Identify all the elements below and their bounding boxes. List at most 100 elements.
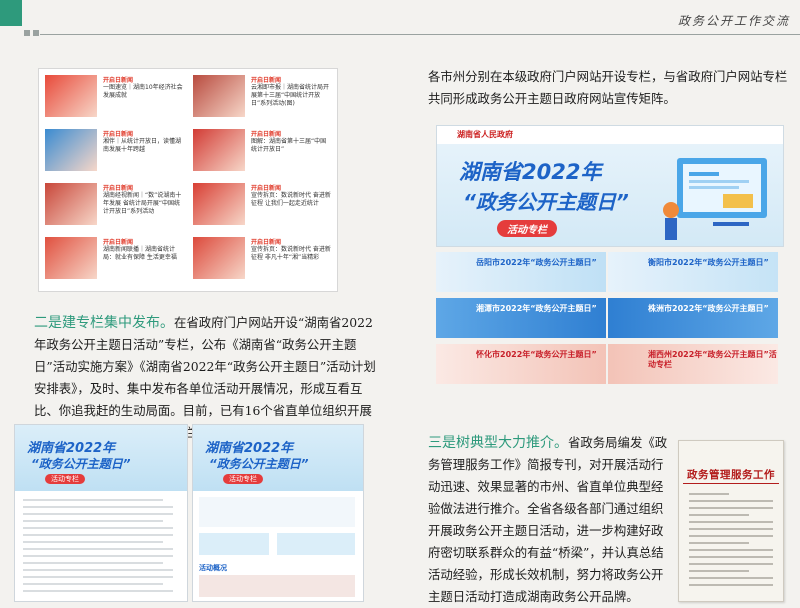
doc-text-line xyxy=(689,570,749,572)
column-screenshot-1: 湖南省2022年 “政务公开主题日” 活动专栏 xyxy=(14,424,188,602)
city-column-banner: 湘潭市2022年“政务公开主题日” xyxy=(436,298,606,338)
banner-title-line1: 湖南省2022年 xyxy=(459,160,602,184)
doc-text-line xyxy=(689,528,773,530)
paragraph-two-highlight: 二是建专栏集中发布。 xyxy=(34,315,174,331)
city-column-banner: 岳阳市2022年“政务公开主题日” xyxy=(436,252,606,292)
city-banner-label: 湘西州2022年“政务公开主题日”活动专栏 xyxy=(648,350,777,369)
news-thumbnail xyxy=(45,237,97,279)
header-squares xyxy=(24,30,39,36)
news-item: 开启日新闻 一图速览｜湖南10年经济社会发展成就 xyxy=(45,75,185,121)
news-text: 宣传拆页：数说新时代 奋进新征程 非凡十年“湘”当精彩 xyxy=(251,246,331,261)
news-tag: 开启日新闻 xyxy=(103,239,134,246)
doc-text-line xyxy=(689,542,749,544)
doc-text-line xyxy=(689,507,773,509)
news-thumbnail xyxy=(193,75,245,117)
city-banner-label: 岳阳市2022年“政务公开主题日” xyxy=(476,258,597,267)
doc-text-line xyxy=(689,549,773,551)
doc-text-line xyxy=(689,514,749,516)
doc-text-line xyxy=(689,500,773,502)
news-list-screenshot: 开启日新闻 一图速览｜湖南10年经济社会发展成就 开启日新闻 云湘即市报｜湖南省统计局… xyxy=(38,68,338,292)
news-tag: 开启日新闻 xyxy=(251,239,282,246)
list-line xyxy=(23,513,173,515)
news-item: 开启日新闻 图解：湖南省第十三届“中国统计开放日” xyxy=(193,129,333,175)
news-text: 一图速览｜湖南10年经济社会发展成就 xyxy=(103,84,183,99)
city-banner-label: 衡阳市2022年“政务公开主题日” xyxy=(648,258,769,267)
gov-logo-text: 湖南省人民政府 xyxy=(457,130,513,139)
shot1-pill: 活动专栏 xyxy=(45,474,85,484)
hunan-special-column-banner: 湖南省人民政府 湖南省2022年 “政务公开主题日” 活动专栏 xyxy=(436,125,784,247)
doc-text-line xyxy=(689,563,773,565)
city-column-banner: 湘西州2022年“政务公开主题日”活动专栏 xyxy=(608,344,778,384)
list-line xyxy=(23,541,163,543)
news-item: 开启日新闻 宣传拆页：数说新时代 奋进新征程 非凡十年“湘”当精彩 xyxy=(193,237,333,283)
column-screenshot-2: 湖南省2022年 “政务公开主题日” 活动专栏 活动概况 xyxy=(192,424,364,602)
news-thumbnail xyxy=(193,129,245,171)
news-text: 湘伴｜从统计开放日，读懂湖南发展十年跨越 xyxy=(103,138,182,153)
shot2-title: 湖南省2022年 xyxy=(205,441,294,456)
shot1-title: 湖南省2022年 xyxy=(27,441,116,456)
right-top-paragraph: 各市州分别在本级政府门户网站开设专栏，与省政府门户网站专栏共同形成政务公开主题日… xyxy=(428,69,788,106)
list-line xyxy=(23,569,173,571)
list-line xyxy=(23,590,173,592)
doc-title: 政务管理服务工作 xyxy=(687,469,775,481)
list-line xyxy=(23,527,173,529)
news-item: 开启日新闻 宣传拆页：数说新时代 奋进新征程 让我们一起走近统计 xyxy=(193,183,333,229)
paragraph-three-highlight: 三是树典型大力推介。 xyxy=(428,435,568,451)
list-line xyxy=(23,562,163,564)
list-line xyxy=(23,583,163,585)
doc-text-line xyxy=(689,493,729,495)
news-item: 开启日新闻 湘伴｜从统计开放日，读懂湖南发展十年跨越 xyxy=(45,129,185,175)
header-rule xyxy=(40,34,800,35)
news-thumbnail xyxy=(45,183,97,225)
news-item: 开启日新闻 湖南新闻联播｜湖南省统计局：就业有保障 生活更幸福 xyxy=(45,237,185,283)
city-column-banner: 衡阳市2022年“政务公开主题日” xyxy=(608,252,778,292)
news-thumbnail xyxy=(45,75,97,117)
news-thumbnail xyxy=(193,183,245,225)
newsletter-document-image: 政务管理服务工作 xyxy=(678,440,784,602)
city-banner-label: 怀化市2022年“政务公开主题日” xyxy=(476,350,597,359)
news-tag: 开启日新闻 xyxy=(251,131,282,138)
doc-text-line xyxy=(689,521,773,523)
city-banner-label: 株洲市2022年“政务公开主题日” xyxy=(648,304,769,313)
section-title: 政务公开工作交流 xyxy=(677,14,790,28)
news-text: 宣传拆页：数说新时代 奋进新征程 让我们一起走近统计 xyxy=(251,192,331,207)
news-text: 湖南新闻联播｜湖南省统计局：就业有保障 生活更幸福 xyxy=(103,246,177,261)
shot1-subtitle: “政务公开主题日” xyxy=(31,457,131,471)
shot2-pill: 活动专栏 xyxy=(223,474,263,484)
list-line xyxy=(23,506,173,508)
banner-title-line2: “政务公开主题日” xyxy=(463,190,629,214)
list-line xyxy=(23,555,173,557)
paragraph-two-body: 在省政府门户网站开设“湖南省2022年政务公开主题日活动”专栏，公布《湖南省“政… xyxy=(34,315,376,440)
list-line xyxy=(23,534,173,536)
list-line xyxy=(23,520,163,522)
news-item: 开启日新闻 云湘即市报｜湖南省统计局开展第十三届“中国统计开放日”系列活动(图) xyxy=(193,75,333,121)
news-text: 湖南经视新闻｜“数”说湖南十年发展 省统计局开展“中国统计开放日”系列活动 xyxy=(103,192,182,215)
news-item: 开启日新闻 湖南经视新闻｜“数”说湖南十年发展 省统计局开展“中国统计开放日”系列… xyxy=(45,183,185,229)
doc-text-line xyxy=(689,535,773,537)
news-tag: 开启日新闻 xyxy=(103,131,134,138)
city-column-banner: 怀化市2022年“政务公开主题日” xyxy=(436,344,606,384)
illustration-icon xyxy=(663,158,767,240)
shot2-subtitle: “政务公开主题日” xyxy=(209,457,309,471)
paragraph-three: 三是树典型大力推介。省政务局编发《政务管理服务工作》简报专刊，对开展活动行动迅速… xyxy=(428,432,672,608)
doc-text-line xyxy=(689,556,773,558)
shot2-section-label: 活动概况 xyxy=(199,564,227,572)
news-thumbnail xyxy=(45,129,97,171)
city-column-banner: 株洲市2022年“政务公开主题日” xyxy=(608,298,778,338)
paragraph-three-body: 省政务局编发《政务管理服务工作》简报专刊，对开展活动行动迅速、效果显著的市州、省… xyxy=(428,435,668,604)
list-line xyxy=(23,576,173,578)
news-text: 图解：湖南省第十三届“中国统计开放日” xyxy=(251,138,327,153)
banner-pill: 活动专栏 xyxy=(497,220,557,237)
header-accent-bar xyxy=(0,0,22,26)
news-tag: 开启日新闻 xyxy=(103,77,134,84)
city-banner-label: 湘潭市2022年“政务公开主题日” xyxy=(476,304,597,313)
list-line xyxy=(23,499,163,501)
news-text: 云湘即市报｜湖南省统计局开展第十三届“中国统计开放日”系列活动(图) xyxy=(251,84,330,107)
news-tag: 开启日新闻 xyxy=(103,185,134,192)
news-tag: 开启日新闻 xyxy=(251,185,282,192)
doc-text-line xyxy=(689,584,773,586)
news-thumbnail xyxy=(193,237,245,279)
news-tag: 开启日新闻 xyxy=(251,77,282,84)
list-line xyxy=(23,548,173,550)
doc-text-line xyxy=(689,577,773,579)
